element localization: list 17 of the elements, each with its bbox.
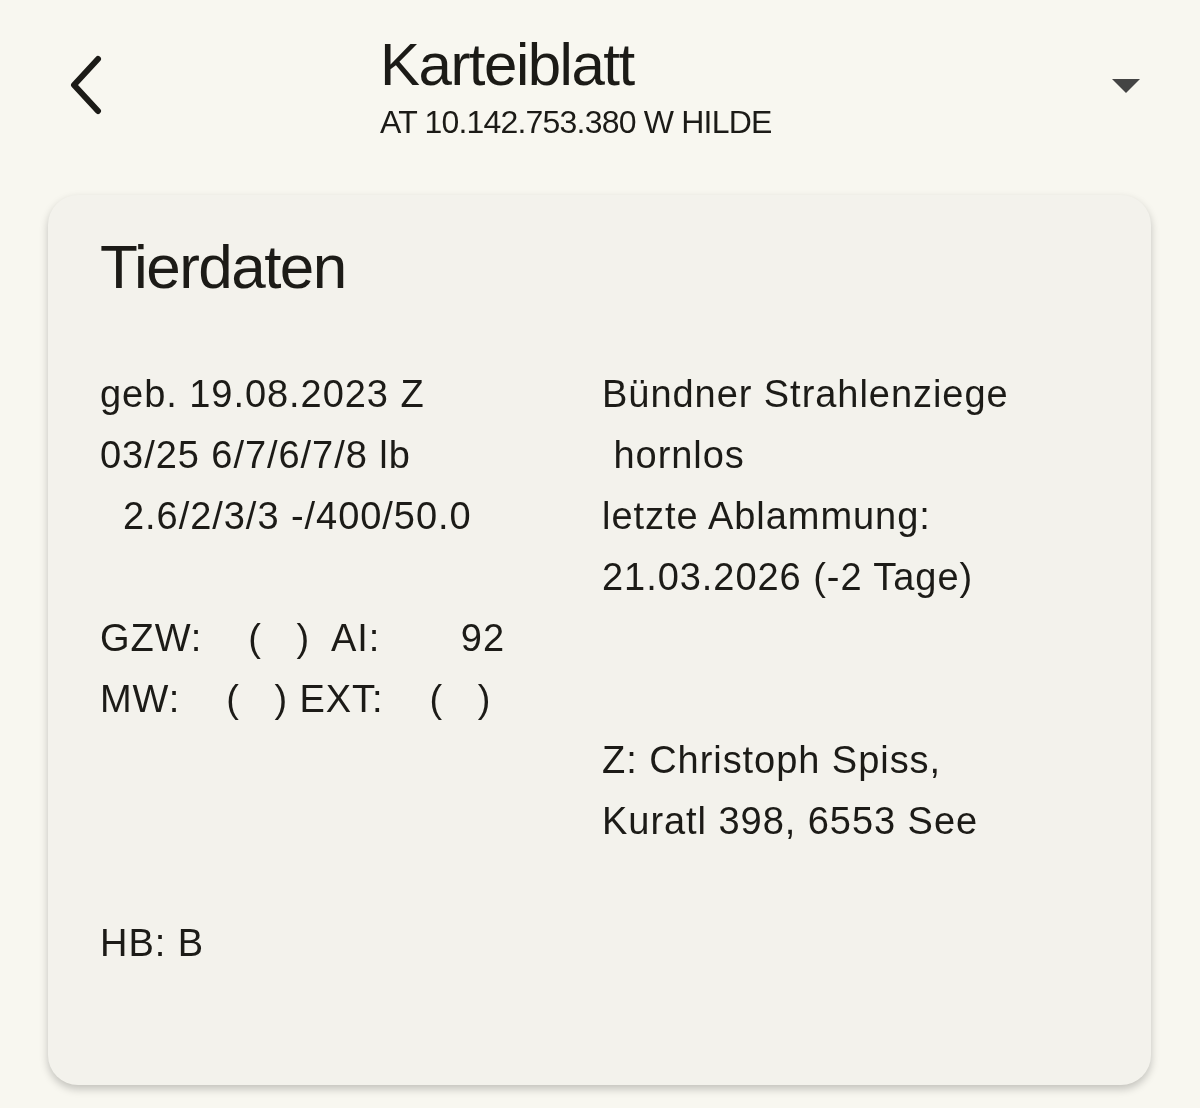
page-subtitle: AT 10.142.753.380 W HILDE (380, 103, 772, 142)
info-text: hornlos (612, 434, 745, 476)
info-text: Kuratl 398, 6553 See (602, 800, 979, 842)
page-title: Karteiblatt (380, 30, 636, 100)
back-icon (68, 55, 104, 115)
info-text: 03/25 6/7/6/7/8 lb (100, 434, 411, 476)
info-text: 21.03.2026 (-2 Tage) (602, 556, 974, 598)
info-text: Bündner Strahlenziege (602, 373, 1009, 415)
info-text: letzte Ablammung: (602, 495, 931, 537)
caret-icon (1111, 78, 1141, 94)
info-text: MW: ( ) EXT: ( ) (100, 678, 492, 720)
info-text: 2.6/2/3/3 -/400/50.0 (122, 495, 472, 537)
info-text: GZW: ( ) AI: 92 (100, 617, 506, 659)
herdbook-text: HB: B (100, 921, 204, 966)
card-title: Tierdaten (100, 231, 347, 303)
info-text: geb. 19.08.2023 Z (100, 373, 425, 415)
info-text: Z: Christoph Spiss, (602, 739, 942, 781)
